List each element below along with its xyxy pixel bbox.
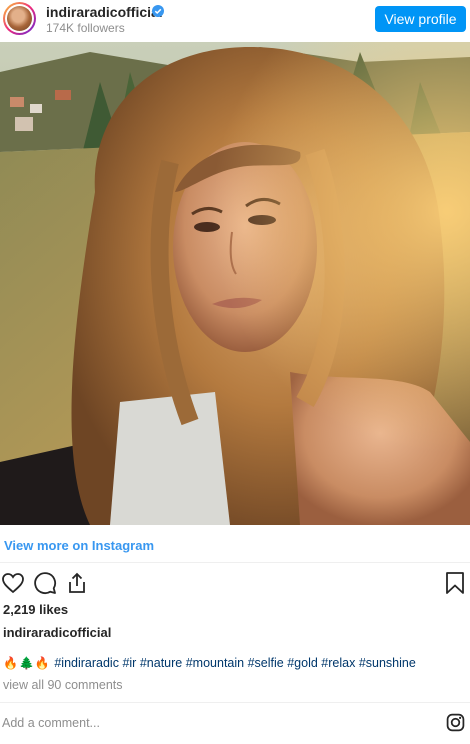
avatar-image [7, 6, 32, 31]
fire-emoji: 🔥 [34, 656, 50, 670]
view-profile-button[interactable]: View profile [375, 6, 466, 32]
hashtag-link[interactable]: #indiraradic [54, 656, 119, 670]
action-bar [0, 566, 470, 600]
view-all-comments-link[interactable]: view all 90 comments [3, 678, 123, 692]
hashtag-link[interactable]: #nature [140, 656, 182, 670]
avatar[interactable] [3, 2, 36, 35]
hashtag-link[interactable]: #sunshine [359, 656, 416, 670]
instagram-logo-icon[interactable] [446, 713, 465, 732]
bookmark-icon[interactable] [443, 571, 467, 595]
verified-badge-icon [152, 5, 164, 17]
username-link[interactable]: indiraradicofficial [46, 4, 163, 20]
follower-count: 174K followers [46, 21, 125, 35]
share-icon[interactable] [65, 571, 89, 595]
hashtag-link[interactable]: #gold [287, 656, 318, 670]
hashtag-link[interactable]: #ir [122, 656, 136, 670]
post-photo[interactable] [0, 42, 470, 525]
post-header: indiraradicofficial 174K followers View … [0, 0, 470, 40]
caption-text: 🔥🌲🔥 #indiraradic #ir #nature #mountain #… [3, 656, 416, 670]
caption-username[interactable]: indiraradicofficial [3, 625, 111, 640]
view-more-bar: View more on Instagram [0, 527, 470, 563]
comment-input[interactable] [2, 713, 422, 733]
tree-emoji: 🌲 [18, 656, 34, 670]
hashtag-link[interactable]: #selfie [248, 656, 284, 670]
comment-bar [0, 702, 470, 740]
comment-icon[interactable] [33, 571, 57, 595]
photo-image [0, 42, 470, 525]
hashtag-link[interactable]: #mountain [186, 656, 244, 670]
view-more-link[interactable]: View more on Instagram [4, 538, 154, 553]
fire-emoji: 🔥 [3, 656, 18, 670]
likes-count[interactable]: 2,219 likes [3, 602, 68, 617]
heart-icon[interactable] [1, 571, 25, 595]
hashtag-link[interactable]: #relax [321, 656, 355, 670]
